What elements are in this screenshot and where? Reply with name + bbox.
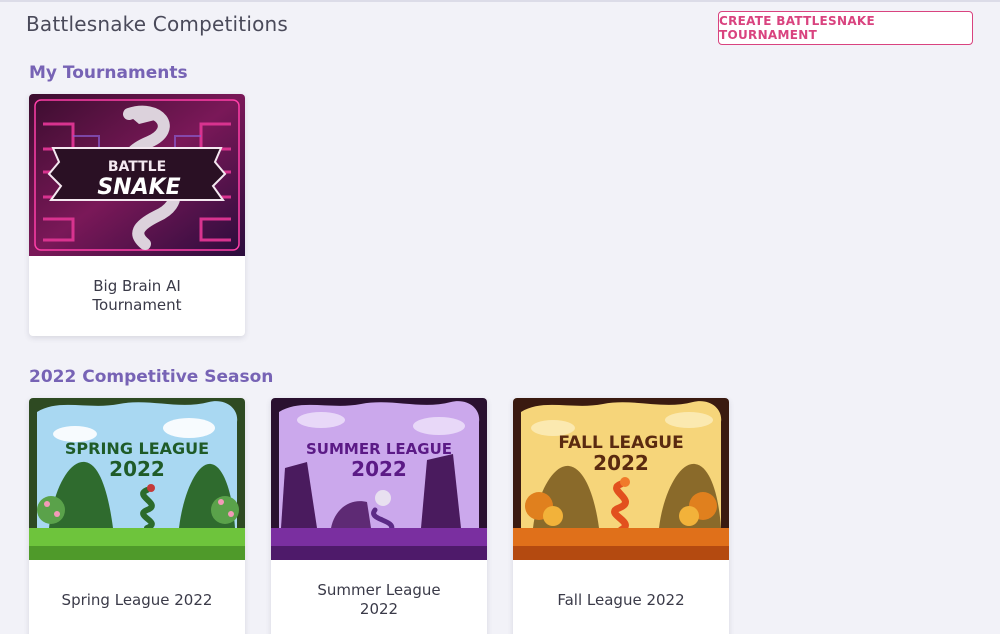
banner-text-year: 2022: [351, 457, 407, 481]
banner-text-snake: SNAKE: [97, 175, 180, 200]
banner-text-year: 2022: [109, 457, 165, 481]
summer-league-banner-image: SUMMER LEAGUE 2022: [271, 398, 487, 560]
section-title-competitive-season: 2022 Competitive Season: [29, 367, 274, 387]
league-card-summer-2022[interactable]: SUMMER LEAGUE 2022 Summer League 2022: [271, 398, 487, 634]
page-title: Battlesnake Competitions: [26, 12, 289, 36]
banner-text-title: FALL LEAGUE: [558, 433, 683, 453]
banner-text-year: 2022: [593, 451, 649, 475]
league-card-fall-2022[interactable]: FALL LEAGUE 2022 Fall League 2022: [513, 398, 729, 634]
banner-text-title: SPRING LEAGUE: [65, 439, 209, 458]
section-title-my-tournaments: My Tournaments: [29, 63, 188, 83]
fall-league-banner-image: FALL LEAGUE 2022: [513, 398, 729, 560]
league-card-spring-2022[interactable]: SPRING LEAGUE 2022 Spring League 2022: [29, 398, 245, 634]
create-tournament-button[interactable]: CREATE BATTLESNAKE TOURNAMENT: [718, 11, 973, 45]
card-title: Summer League 2022: [317, 581, 441, 618]
card-title: Spring League 2022: [61, 590, 213, 609]
spring-league-banner-image: SPRING LEAGUE 2022: [29, 398, 245, 560]
tournament-card-big-brain[interactable]: BATTLE SNAKE Big Brain AI Tournament: [29, 94, 245, 336]
tournament-banner-image: BATTLE SNAKE: [29, 94, 245, 256]
card-title: Fall League 2022: [557, 590, 685, 609]
banner-text-battle: BATTLE: [108, 159, 166, 175]
banner-text-title: SUMMER LEAGUE: [306, 440, 452, 458]
card-title: Big Brain AI Tournament: [92, 277, 182, 314]
